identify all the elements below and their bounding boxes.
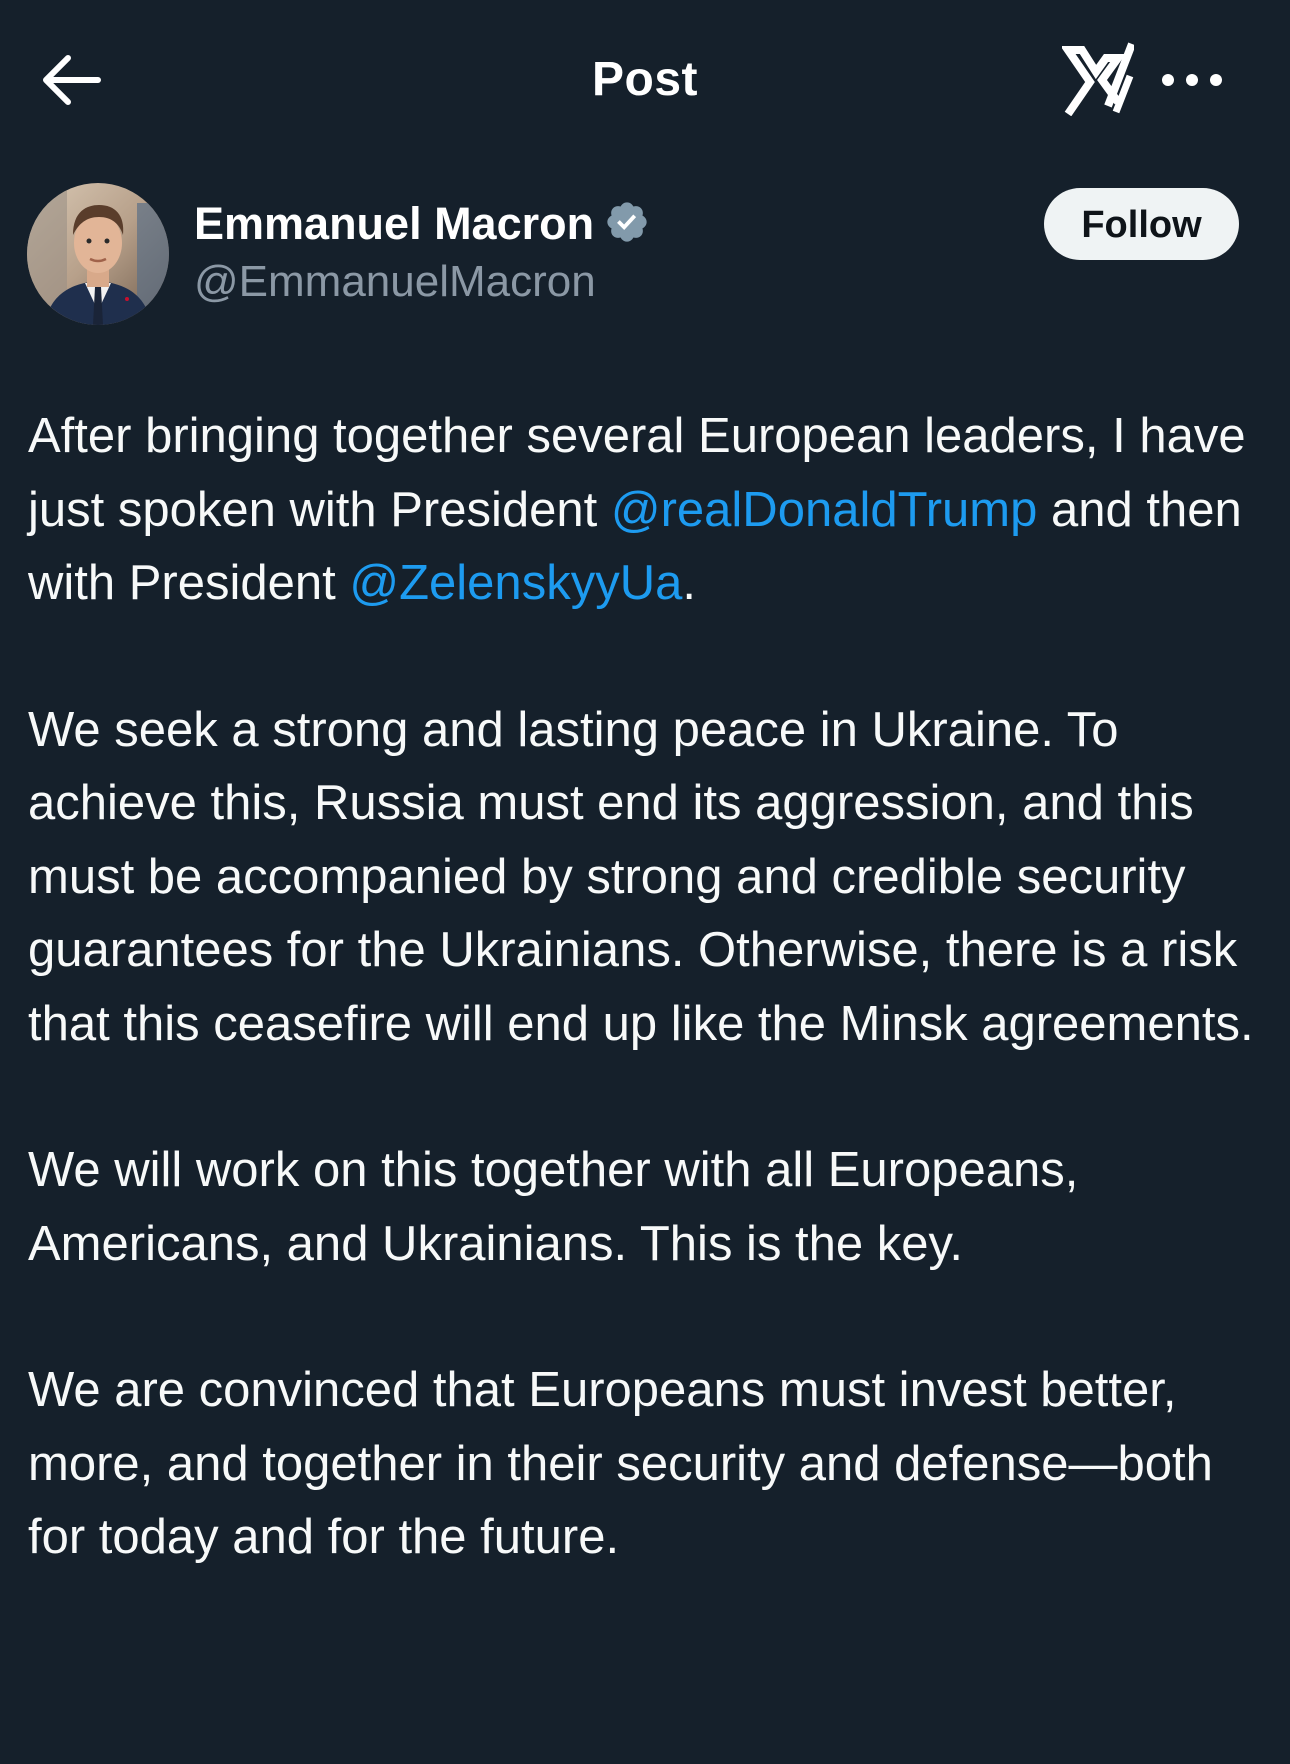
grok-button[interactable] <box>1060 42 1136 117</box>
post-paragraph-3: We will work on this together with all E… <box>28 1143 1079 1271</box>
avatar[interactable] <box>27 183 169 325</box>
more-horizontal-icon <box>1162 74 1222 86</box>
post-paragraph-4: We are convinced that Europeans must inv… <box>28 1363 1213 1564</box>
verified-badge-icon <box>604 199 650 245</box>
author-name-text: Emmanuel Macron <box>194 198 595 249</box>
post-text-segment: . <box>682 556 696 610</box>
grok-icon <box>1060 42 1136 117</box>
more-options-button[interactable] <box>1160 60 1224 100</box>
post-text: After bringing together several European… <box>28 400 1268 1648</box>
post-paragraph-1: After bringing together several European… <box>28 400 1268 621</box>
post-author: Emmanuel Macron @EmmanuelMacron Follow <box>0 180 1290 330</box>
top-bar: Post <box>0 0 1290 160</box>
avatar-photo <box>27 183 169 325</box>
mention-zelenskyyua[interactable]: @ZelenskyyUa <box>349 556 682 610</box>
author-handle[interactable]: @EmmanuelMacron <box>194 256 596 308</box>
post-paragraph-2: We seek a strong and lasting peace in Uk… <box>28 702 1254 1051</box>
author-display-name[interactable]: Emmanuel Macron <box>194 198 650 250</box>
follow-button[interactable]: Follow <box>1044 188 1239 260</box>
mention-realdonaldtrump[interactable]: @realDonaldTrump <box>611 483 1037 537</box>
